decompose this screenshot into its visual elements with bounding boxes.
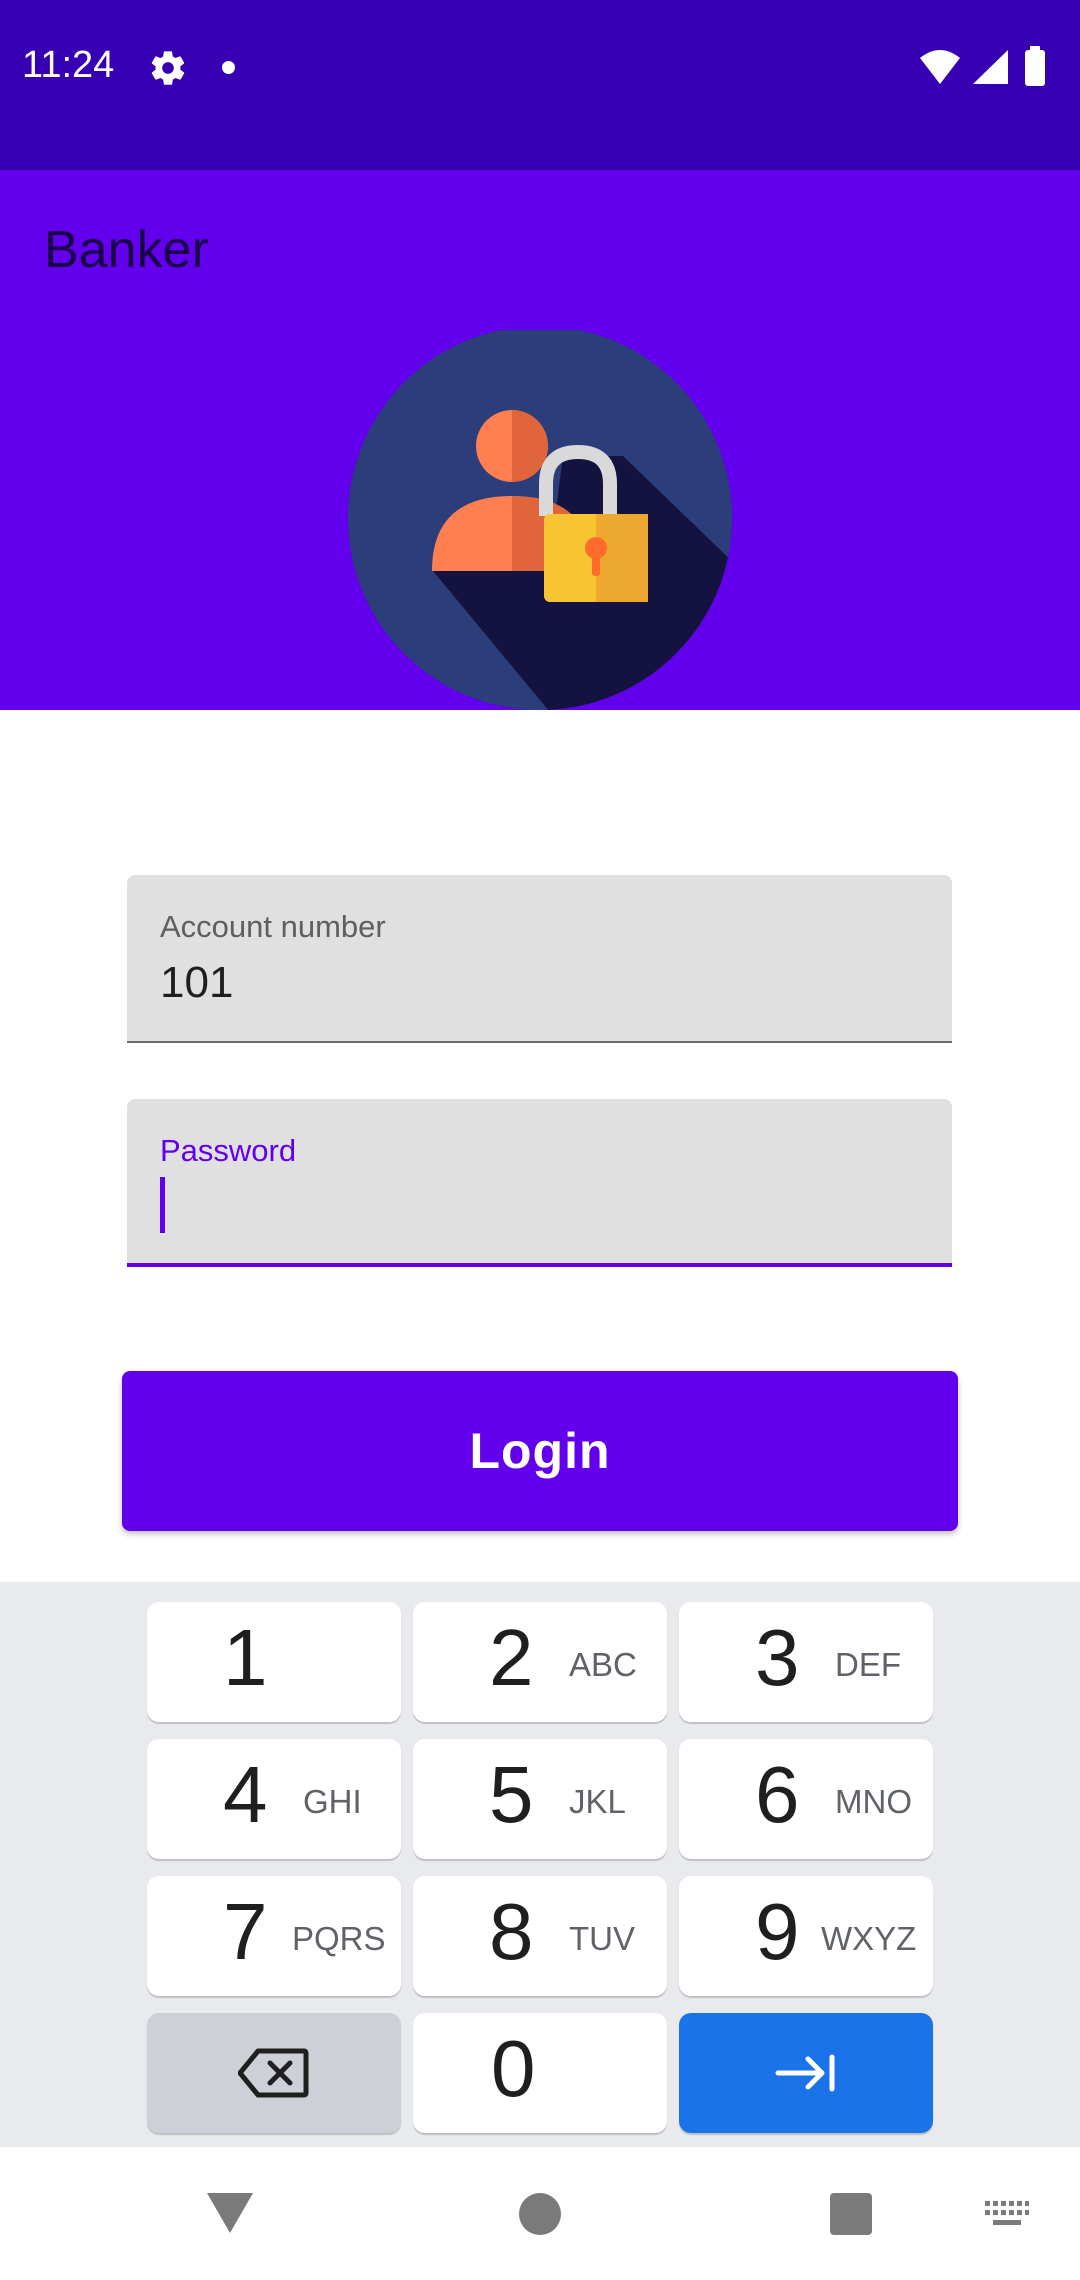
user-lock-avatar-icon	[348, 330, 732, 710]
key-digit: 6	[755, 1750, 800, 1839]
home-icon[interactable]	[519, 2193, 561, 2235]
navigation-bar	[0, 2147, 1080, 2280]
status-bar: 11:24	[0, 0, 1080, 170]
login-button[interactable]: Login	[122, 1371, 958, 1531]
signal-icon	[973, 50, 1008, 84]
account-number-field[interactable]: Account number 101	[127, 875, 952, 1043]
key-digit: 0	[491, 2024, 536, 2113]
key-digit: 9	[755, 1887, 800, 1976]
key-letters: WXYZ	[821, 1920, 917, 1957]
key-digit: 4	[223, 1750, 268, 1839]
keyboard-icon[interactable]	[985, 2201, 1029, 2229]
next-key[interactable]	[679, 2013, 933, 2133]
text-cursor	[160, 1177, 165, 1233]
key-digit: 5	[489, 1750, 534, 1839]
key-letters: PQRS	[292, 1920, 386, 1957]
key-digit: 1	[223, 1613, 268, 1702]
key-letters: TUV	[569, 1920, 635, 1957]
status-time: 11:24	[22, 44, 115, 86]
key-8[interactable]: 8 TUV	[413, 1876, 667, 1996]
key-digit: 2	[489, 1613, 534, 1702]
gear-icon	[151, 51, 185, 85]
account-number-label: Account number	[160, 909, 386, 944]
key-5[interactable]: 5 JKL	[413, 1739, 667, 1859]
account-number-input[interactable]: 101	[160, 958, 233, 1008]
back-icon[interactable]	[205, 2191, 255, 2235]
key-6[interactable]: 6 MNO	[679, 1739, 933, 1859]
wifi-icon	[920, 50, 960, 84]
key-7[interactable]: 7 PQRS	[147, 1876, 401, 1996]
backspace-key[interactable]	[147, 2013, 401, 2133]
key-3[interactable]: 3 DEF	[679, 1602, 933, 1722]
recents-icon[interactable]	[830, 2193, 872, 2235]
key-letters: DEF	[835, 1646, 901, 1683]
app-bar: Banker	[0, 170, 1080, 330]
key-9[interactable]: 9 WXYZ	[679, 1876, 933, 1996]
notification-dot-icon	[222, 61, 235, 74]
app-title: Banker	[44, 221, 209, 279]
numeric-keyboard: 1 2 ABC 3 DEF 4 GHI 5 JKL 6 MNO 7 PQRS 8…	[0, 1582, 1080, 2147]
key-digit: 3	[755, 1613, 800, 1702]
password-field[interactable]: Password	[127, 1099, 952, 1267]
system-status-icons	[920, 46, 1045, 86]
backspace-icon	[147, 2013, 401, 2133]
tab-next-icon	[679, 2013, 933, 2133]
key-letters: MNO	[835, 1783, 912, 1820]
key-4[interactable]: 4 GHI	[147, 1739, 401, 1859]
battery-icon	[1025, 46, 1045, 86]
header-banner	[0, 330, 1080, 710]
key-2[interactable]: 2 ABC	[413, 1602, 667, 1722]
key-digit: 8	[489, 1887, 534, 1976]
password-label: Password	[160, 1133, 297, 1168]
key-letters: GHI	[303, 1783, 362, 1820]
key-letters: JKL	[569, 1783, 626, 1820]
key-digit: 7	[223, 1887, 268, 1976]
key-letters: ABC	[569, 1646, 637, 1683]
key-0[interactable]: 0	[413, 2013, 667, 2133]
key-1[interactable]: 1	[147, 1602, 401, 1722]
